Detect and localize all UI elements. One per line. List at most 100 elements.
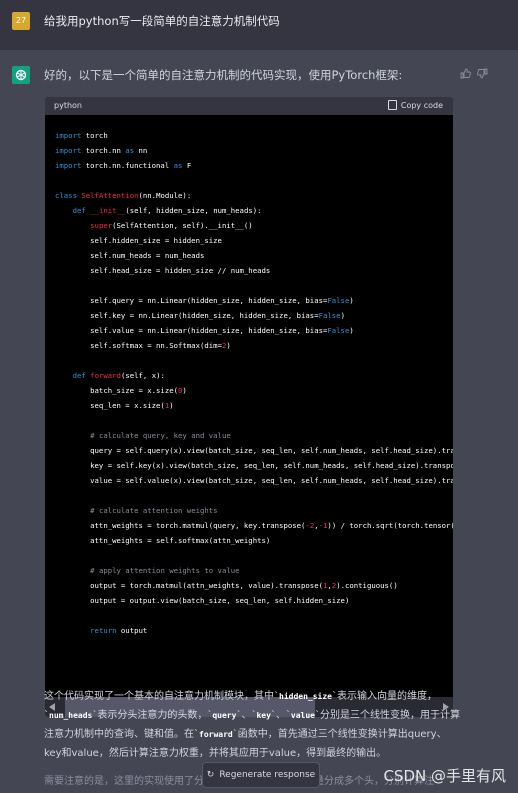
inline-code: value [290,711,315,720]
code-token: self.hidden_size = hidden_size [55,236,222,245]
code-token: # calculate query, key and value [90,431,231,440]
code-token: False [318,311,341,320]
code-token: (nn.Module): [138,191,192,200]
code-token: value = self.value(x).view(batch_size, s… [90,476,453,485]
inline-code: hidden_size [279,692,332,701]
code-token: F [182,161,192,170]
code-token: query = self.query(x).view(batch_size, s… [90,446,453,455]
code-content: import torch import torch.nn as nn import … [55,128,453,678]
code-block-header: python Copy code [45,97,453,115]
code-line: value = self.value(x).view(batch_size, s… [55,473,453,488]
code-token: output = output.view(batch_size, seq_len… [55,596,350,605]
code-line: super(SelfAttention, self).__init__() [55,218,453,233]
code-token: def [72,371,86,380]
code-token: key = self.key(x).view(batch_size, seq_l… [55,461,453,470]
code-line: class SelfAttention(nn.Module): [55,188,453,203]
code-line: return output [55,623,453,638]
code-token: ).contiguous() [336,581,398,590]
code-line: self.head_size = hidden_size // num_head… [55,263,453,278]
code-token: False [327,296,350,305]
code-token: self.value = nn.Linear(hidden_size, hidd… [55,326,328,335]
code-token: import [55,161,82,170]
assistant-message-row: 好的，以下是一个简单的自注意力机制的代码实现，使用PyTorch框架: pyth… [0,50,518,793]
watermark: CSDN @手里有风 [383,767,506,785]
code-line: query = self.query(x).view(batch_size, s… [55,443,453,458]
code-token: torch.nn.functional [81,161,174,170]
code-token: output [116,626,148,635]
code-line: self.query = nn.Linear(hidden_size, hidd… [55,293,453,308]
code-token: batch_size = x.size( [55,386,179,395]
clipboard-icon [387,100,397,110]
code-token: (self, hidden_size, num_heads): [125,206,262,215]
code-token: SelfAttention [81,191,139,200]
code-token: # calculate attention weights [90,506,218,515]
code-token: ) [349,296,354,305]
code-token: forward [90,371,121,380]
user-message-row: 27 给我用python写一段简单的自注意力机制代码 [0,0,518,50]
code-line: attn_weights = self.softmax(attn_weights… [55,533,453,548]
code-line: import torch [55,128,453,143]
regenerate-response-button[interactable]: ↻ Regenerate response [202,762,320,788]
user-message: 给我用python写一段简单的自注意力机制代码 [44,14,280,28]
code-token: torch.nn [81,146,126,155]
code-block: python Copy code import torch import torc… [45,97,453,717]
code-line: def __init__(self, hidden_size, num_head… [55,203,453,218]
code-line: def forward(self, x): [55,368,453,383]
copy-code-button[interactable]: Copy code [387,100,443,110]
refresh-icon: ↻ [206,770,215,780]
thumbs-up-icon[interactable] [460,68,471,82]
explanation-paragraph: 这个代码实现了一个基本的自注意力机制模块，其中`hidden_size`表示输入… [44,687,464,763]
code-line: # calculate attention weights [55,503,453,518]
code-token: output = torch.matmul(attn_weights, valu… [55,581,323,590]
code-token: import [55,131,82,140]
code-token: self.num_heads = num_heads [55,251,205,260]
regenerate-label: Regenerate response [219,770,316,780]
paragraph-text: `表示分头注意力的头数，` [92,710,213,721]
code-token: __init__ [90,206,126,215]
code-token: torch [81,131,108,140]
user-avatar: 27 [12,12,30,30]
paragraph-text: 这个代码实现了一个基本的自注意力机制模块，其中` [44,691,279,702]
paragraph-text: `、` [236,710,257,721]
code-token: )) / torch.sqrt(torch.tensor(self.head_s… [327,521,453,530]
paragraph-text: `、` [270,710,291,721]
code-token: return [90,626,117,635]
code-token: self.softmax = nn.Softmax(dim= [55,341,222,350]
code-token: self.key = nn.Linear(hidden_size, hidden… [55,311,319,320]
code-token: ) [226,341,231,350]
thumbs-down-icon[interactable] [477,68,488,82]
code-line: self.hidden_size = hidden_size [55,233,453,248]
code-token: ) [169,401,174,410]
code-line: self.softmax = nn.Softmax(dim=2) [55,338,453,353]
code-token: import [55,146,82,155]
code-token: attn_weights = self.softmax(attn_weights… [55,536,271,545]
code-token: self.head_size = hidden_size // num_head… [55,266,271,275]
code-line: output = output.view(batch_size, seq_len… [55,593,453,608]
code-token: (self, x): [120,371,165,380]
code-token: nn [134,146,148,155]
code-line: key = self.key(x).view(batch_size, seq_l… [55,458,453,473]
code-token: (SelfAttention, self).__init__() [112,221,253,230]
code-line: self.key = nn.Linear(hidden_size, hidden… [55,308,453,323]
code-token: seq_len = x.size( [55,401,165,410]
inline-code: key [256,711,271,720]
code-line: self.num_heads = num_heads [55,248,453,263]
code-language-label: python [54,101,82,110]
code-line: import torch.nn as nn [55,143,453,158]
code-token: super [90,221,113,230]
assistant-intro: 好的，以下是一个简单的自注意力机制的代码实现，使用PyTorch框架: [44,68,403,82]
code-token: def [72,206,86,215]
code-token: class [55,191,77,200]
inline-code: query [212,711,237,720]
code-line: seq_len = x.size(1) [55,398,453,413]
